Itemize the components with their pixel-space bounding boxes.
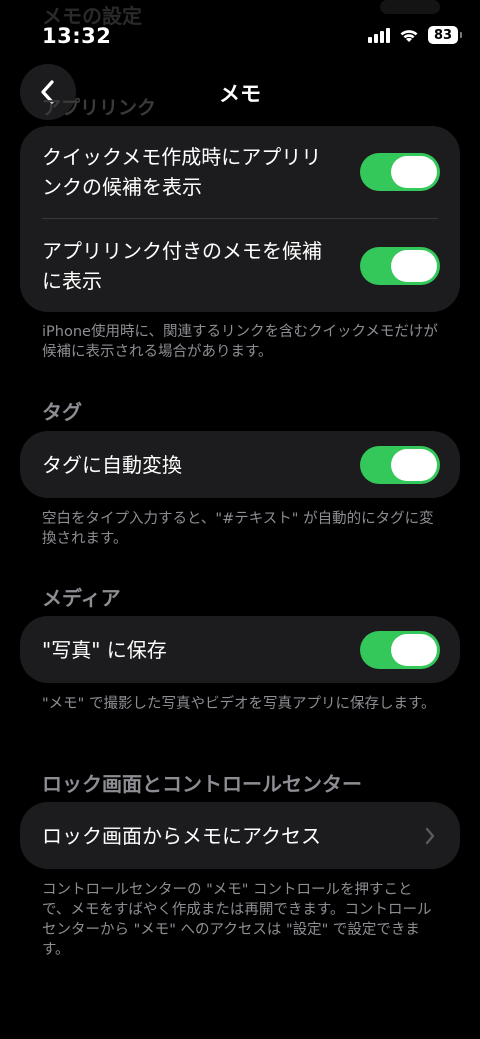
status-time: 13:32	[42, 24, 112, 48]
row-label: ロック画面からメモにアクセス	[42, 823, 321, 848]
media-section-header: メディア	[42, 586, 121, 610]
battery-icon: 83	[428, 26, 462, 44]
lock-card: ロック画面からメモにアクセス	[20, 802, 460, 869]
auto-tag-row: タグに自動変換	[20, 431, 460, 498]
app-link-notes-toggle[interactable]	[360, 246, 440, 285]
save-photos-row: "写真" に保存	[20, 616, 460, 683]
app-links-card: クイックメモ作成時にアプリリンクの候補を表示 アプリリンク付きのメモを候補に表示	[20, 126, 460, 312]
status-bar: 13:32 83	[0, 0, 480, 58]
app-link-suggest-row: クイックメモ作成時にアプリリンクの候補を表示	[20, 126, 460, 218]
status-icons: 83	[368, 26, 462, 44]
ghost-section-header: アプリリンク	[42, 97, 157, 119]
lock-section-header: ロック画面とコントロールセンター	[42, 772, 362, 796]
lock-access-row[interactable]: ロック画面からメモにアクセス	[20, 802, 460, 869]
app-link-notes-row: アプリリンク付きのメモを候補に表示	[20, 219, 460, 312]
row-label: アプリリンク付きのメモを候補に表示	[42, 238, 322, 293]
media-footer: "メモ" で撮影した写真やビデオを写真アプリに保存します。	[42, 696, 436, 712]
lock-footer: コントロールセンターの "メモ" コントロールを押すことで、メモをすばやく作成ま…	[42, 882, 432, 958]
row-label: "写真" に保存	[42, 637, 167, 662]
tags-card: タグに自動変換	[20, 431, 460, 498]
save-photos-toggle[interactable]	[360, 630, 440, 669]
row-label: タグに自動変換	[42, 452, 182, 477]
app-links-footer: iPhone使用時に、関連するリンクを含むクイックメモだけが候補に表示される場合…	[42, 324, 438, 360]
wifi-icon	[400, 30, 418, 42]
auto-tag-toggle[interactable]	[360, 445, 440, 484]
row-label: クイックメモ作成時にアプリリンクの候補を表示	[42, 145, 322, 199]
tags-section-header: タグ	[42, 400, 82, 424]
app-link-suggest-toggle[interactable]	[360, 153, 440, 191]
chevron-right-icon	[420, 826, 440, 846]
signal-icon	[368, 27, 390, 43]
media-card: "写真" に保存	[20, 616, 460, 683]
tags-footer: 空白をタイプ入力すると、"#テキスト" が自動的にタグに変換されます。	[42, 511, 434, 547]
